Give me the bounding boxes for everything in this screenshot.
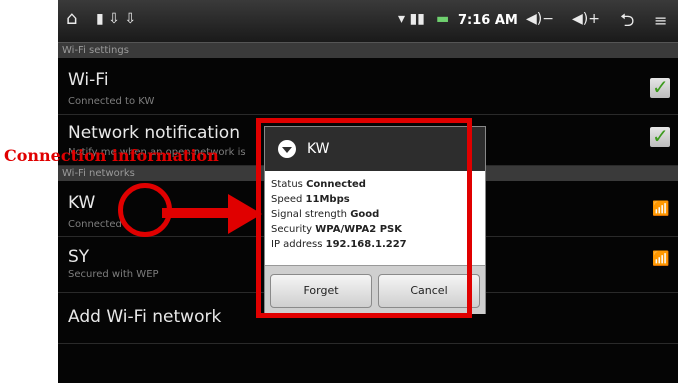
- row-title: SY: [68, 247, 90, 267]
- row-subtitle: Connected: [68, 219, 122, 230]
- annotation-label: Connection information: [4, 146, 219, 165]
- row-title: Wi-Fi: [68, 70, 109, 90]
- back-icon[interactable]: ⮌: [620, 8, 634, 38]
- home-icon[interactable]: ⌂: [66, 8, 77, 29]
- menu-icon[interactable]: ≡: [654, 11, 667, 30]
- section-header-wifi-settings: Wi-Fi settings: [58, 43, 678, 58]
- battery-icon: ▬: [436, 11, 450, 27]
- check-icon: ✓: [652, 124, 669, 148]
- row-title: Add Wi-Fi network: [68, 307, 222, 327]
- row-subtitle: Secured with WEP: [68, 269, 159, 280]
- check-icon: ✓: [652, 75, 669, 99]
- arrow-head-icon: [228, 194, 262, 234]
- row-title: Network notification: [68, 123, 240, 143]
- notification-checkbox[interactable]: ✓: [650, 124, 670, 148]
- wifi-checkbox[interactable]: ✓: [650, 75, 670, 99]
- wifi-lock-icon: 📶: [652, 201, 670, 217]
- signal-icon: ▾ ▮▮: [398, 11, 425, 27]
- clock: 7:16 AM: [458, 13, 518, 28]
- wifi-lock-icon: 📶: [652, 251, 670, 267]
- highlight-box: [256, 118, 472, 318]
- arrow-shaft: [162, 208, 232, 218]
- row-title: KW: [68, 193, 96, 213]
- volume-down-icon[interactable]: ◀)−: [526, 11, 554, 27]
- row-subtitle: Connected to KW: [68, 96, 155, 107]
- status-bar: ⌂ ▮ ⇩ ⇩ ▾ ▮▮ ▬ 7:16 AM ◀)− ◀)+ ⮌ ≡: [58, 0, 678, 43]
- wifi-toggle-row[interactable]: Wi-Fi Connected to KW ✓: [58, 58, 678, 115]
- volume-up-icon[interactable]: ◀)+: [572, 11, 600, 27]
- notification-icons: ▮ ⇩ ⇩: [96, 11, 137, 27]
